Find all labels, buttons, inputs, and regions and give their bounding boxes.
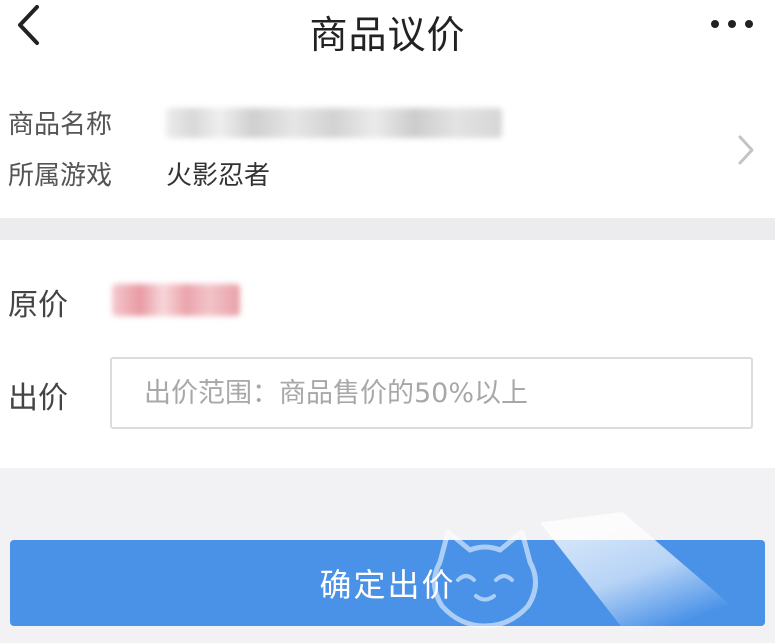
product-info-card[interactable]: 商品名称 所属游戏 火影忍者: [0, 60, 775, 218]
product-name-value-redacted: [166, 108, 502, 138]
header-bar: 商品议价: [0, 0, 775, 60]
page-title: 商品议价: [309, 13, 466, 57]
price-section: 原价 出价: [0, 240, 775, 468]
section-divider: [0, 218, 775, 240]
offer-label: 出价: [8, 381, 68, 416]
confirm-offer-button[interactable]: 确定出价: [10, 540, 765, 626]
confirm-offer-label: 确定出价: [319, 566, 456, 604]
original-price-label: 原价: [8, 288, 68, 323]
game-value: 火影忍者: [166, 161, 271, 191]
bargain-page: 商品议价 商品名称 所属游戏 火影忍者 原价 出价 确定出价: [0, 0, 775, 643]
offer-input[interactable]: [110, 357, 753, 429]
more-button[interactable]: [707, 6, 757, 42]
chevron-right-icon: [733, 132, 759, 168]
more-horizontal-icon: [711, 20, 753, 28]
original-price-value-redacted: [112, 284, 240, 316]
game-label: 所属游戏: [8, 161, 113, 191]
product-name-label: 商品名称: [8, 110, 113, 140]
